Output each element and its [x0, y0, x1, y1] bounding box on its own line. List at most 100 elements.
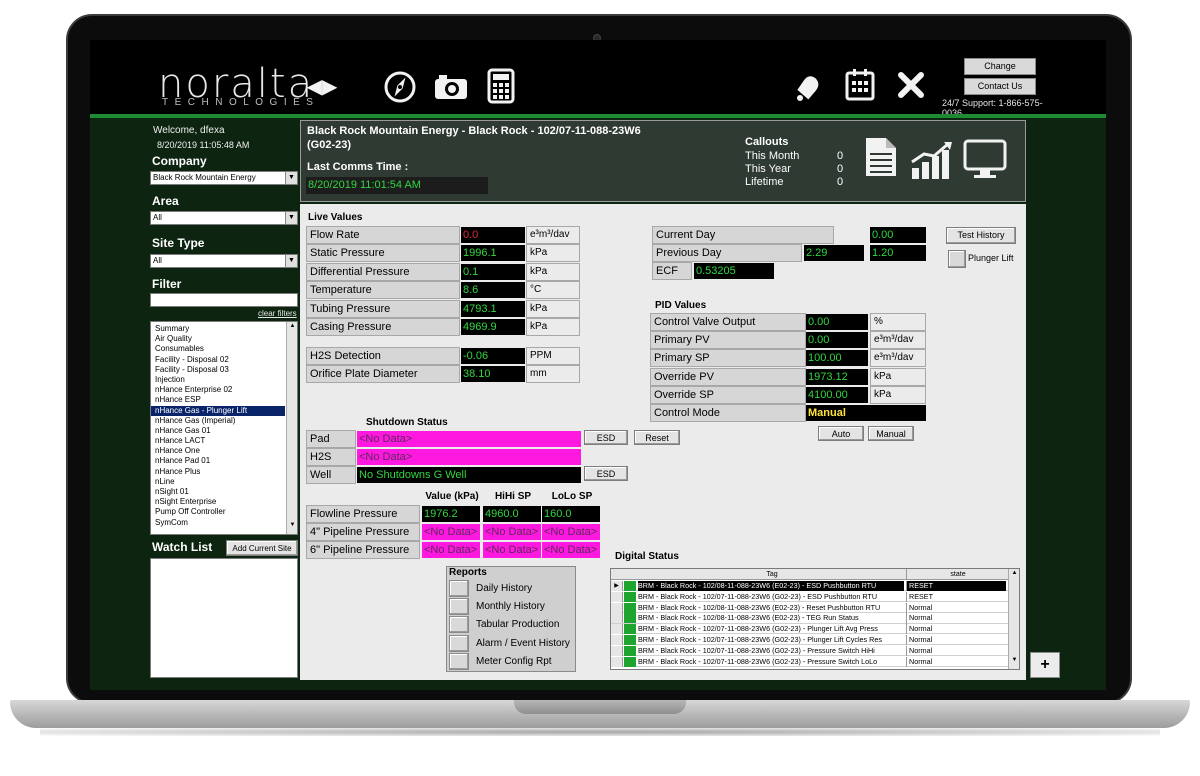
live-value: 4793.1 — [461, 300, 525, 317]
reports-title: Reports — [449, 567, 487, 578]
list-item[interactable]: Facility - Disposal 03 — [151, 365, 285, 375]
list-scrollbar[interactable]: ▲ ▼ — [286, 322, 297, 534]
calendar-icon[interactable] — [844, 68, 876, 102]
esd-button-pad[interactable]: ESD — [584, 430, 628, 445]
document-icon[interactable] — [864, 136, 898, 178]
status-indicator — [624, 635, 636, 645]
list-item[interactable]: nHance Gas - Plunger Lift — [151, 405, 285, 416]
digital-status-title: Digital Status — [615, 551, 679, 562]
row-selector[interactable] — [611, 613, 623, 624]
report-item-button[interactable] — [449, 652, 469, 670]
pid-unit: kPa — [870, 367, 926, 386]
grid-header-state[interactable]: state — [906, 569, 1009, 580]
table-row[interactable]: BRM - Black Rock - 102/07-11-088-23W6 (G… — [611, 656, 1009, 667]
calculator-icon[interactable] — [486, 68, 516, 104]
control-mode-value: Manual — [806, 405, 926, 421]
change-password-button[interactable]: Change password — [964, 58, 1036, 86]
site-type-list[interactable]: Summary Air Quality Consumables Facility - … — [150, 321, 298, 535]
row-selector[interactable] — [611, 635, 623, 645]
list-item[interactable]: Air Quality — [151, 334, 285, 344]
row-tag: BRM - Black Rock - 102/07-11-088-23W6 (G… — [638, 645, 875, 655]
list-item[interactable]: nHance Pad 01 — [151, 456, 285, 466]
row-selector[interactable] — [611, 602, 623, 613]
report-item-button[interactable] — [449, 598, 469, 616]
contact-us-button[interactable]: Contact Us — [964, 78, 1036, 95]
status-indicator — [624, 613, 636, 624]
laptop-base-notch — [514, 700, 686, 714]
list-item[interactable]: Summary — [151, 324, 285, 334]
callout-count: 0 — [837, 176, 844, 188]
area-select[interactable]: All ▼ — [150, 211, 298, 225]
row-selector[interactable] — [611, 591, 623, 602]
list-item[interactable]: nHance Enterprise 02 — [151, 385, 285, 395]
list-item[interactable]: nHance LACT — [151, 436, 285, 446]
add-current-site-button[interactable]: Add Current Site — [226, 540, 298, 556]
list-item[interactable]: nHance ESP — [151, 395, 285, 405]
grid-scrollbar[interactable]: ▲ ▼ — [1008, 569, 1019, 669]
filter-input[interactable] — [150, 293, 298, 307]
manual-button[interactable]: Manual — [868, 426, 914, 441]
list-item[interactable]: Pump Off Controller — [151, 507, 285, 517]
list-item[interactable]: nLine — [151, 477, 285, 487]
trend-chart-icon[interactable] — [910, 140, 954, 180]
auto-button[interactable]: Auto — [818, 426, 864, 441]
row-selector[interactable] — [611, 645, 623, 656]
expand-plus-button[interactable]: + — [1030, 652, 1060, 678]
table-row[interactable]: BRM - Black Rock - 102/07-11-088-23W6 (G… — [611, 624, 1009, 635]
plunger-lift-button[interactable] — [948, 250, 966, 268]
watch-list-box[interactable] — [150, 558, 298, 678]
scroll-up-icon[interactable]: ▲ — [288, 323, 297, 333]
test-history-button[interactable]: Test History — [946, 227, 1016, 244]
table-row[interactable]: BRM - Black Rock - 102/08-11-088-23W6 (E… — [611, 602, 1009, 613]
table-row[interactable]: BRM - Black Rock - 102/07-11-088-23W6 (G… — [611, 591, 1009, 603]
list-item[interactable]: nHance One — [151, 446, 285, 456]
row-selector[interactable] — [611, 624, 623, 635]
reset-button-pad[interactable]: Reset — [634, 430, 680, 445]
ecf-value: 0.53205 — [694, 263, 774, 279]
list-item[interactable]: Injection — [151, 375, 285, 385]
row-pointer-icon[interactable]: ▶ — [611, 581, 623, 591]
list-item[interactable]: nSight Enterprise — [151, 497, 285, 507]
scroll-down-icon[interactable]: ▼ — [288, 522, 297, 532]
live-value-unit: kPa — [526, 262, 580, 281]
live-value-unit: °C — [526, 281, 580, 300]
pipeline-value: <No Data> — [422, 524, 480, 541]
clear-filters-link[interactable]: clear filters — [258, 309, 297, 318]
list-item[interactable]: nSight 01 — [151, 487, 285, 497]
bell-icon[interactable] — [790, 68, 826, 104]
ecf-label: ECF — [652, 262, 692, 280]
table-row[interactable]: BRM - Black Rock - 102/07-11-088-23W6 (G… — [611, 645, 1009, 657]
close-icon[interactable] — [896, 70, 926, 100]
company-select[interactable]: Black Rock Mountain Energy ▼ — [150, 171, 298, 185]
report-item[interactable]: Daily History — [449, 580, 573, 597]
list-item[interactable]: Consumables — [151, 344, 285, 354]
row-selector[interactable] — [611, 656, 623, 667]
list-item[interactable]: nHance Gas (Imperial) — [151, 416, 285, 426]
table-row[interactable]: BRM - Black Rock - 102/08-11-088-23W6 (E… — [611, 613, 1009, 624]
report-item-button[interactable] — [449, 580, 469, 597]
report-item[interactable]: Alarm / Event History — [449, 634, 573, 652]
camera-icon[interactable] — [432, 70, 470, 104]
pid-label: Override PV — [650, 367, 806, 386]
table-row[interactable]: ▶ BRM - Black Rock - 102/08-11-088-23W6 (… — [611, 581, 1009, 592]
monitor-icon[interactable] — [962, 138, 1008, 180]
list-item[interactable]: nHance Gas 01 — [151, 426, 285, 436]
compass-icon[interactable] — [382, 70, 418, 104]
list-item[interactable]: nHance Plus — [151, 467, 285, 477]
live-value-unit: kPa — [526, 318, 580, 336]
report-item-button[interactable] — [449, 634, 469, 652]
current-datetime: 8/20/2019 11:05:48 AM — [157, 140, 250, 150]
list-item[interactable]: SymCom — [151, 518, 285, 528]
table-row[interactable]: BRM - Black Rock - 102/07-11-088-23W6 (G… — [611, 635, 1009, 646]
site-type-select[interactable]: All ▼ — [150, 254, 298, 268]
back-forward-icon[interactable]: ◀▶ — [302, 70, 342, 104]
scroll-down-icon[interactable]: ▼ — [1010, 657, 1019, 667]
report-item[interactable]: Monthly History — [449, 598, 573, 616]
scroll-up-icon[interactable]: ▲ — [1010, 570, 1019, 580]
report-item-button[interactable] — [449, 616, 469, 634]
esd-button-well[interactable]: ESD — [584, 466, 628, 481]
grid-header-tag[interactable]: Tag — [638, 569, 906, 580]
list-item[interactable]: Facility - Disposal 02 — [151, 355, 285, 365]
report-item[interactable]: Tabular Production — [449, 616, 573, 634]
report-item[interactable]: Meter Config Rpt — [449, 652, 573, 670]
